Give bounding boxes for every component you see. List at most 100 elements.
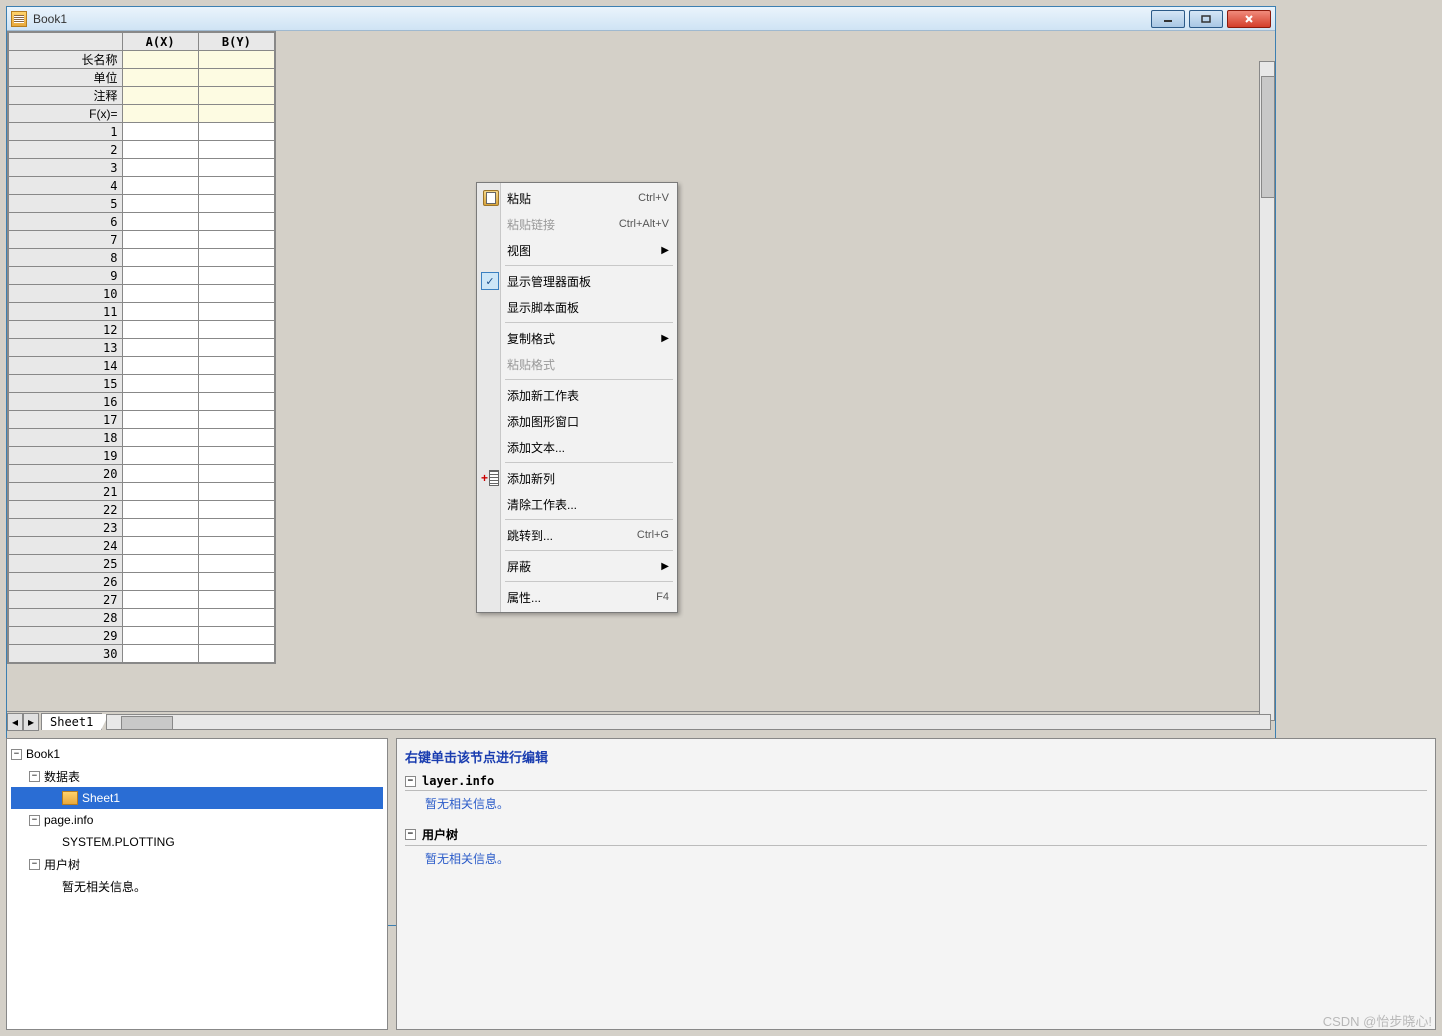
data-cell[interactable] <box>122 213 198 231</box>
menu-item[interactable]: ✓显示管理器面板 <box>479 268 675 294</box>
data-cell[interactable] <box>198 249 274 267</box>
data-cell[interactable] <box>122 123 198 141</box>
data-cell[interactable] <box>198 447 274 465</box>
menu-item[interactable]: 跳转到...Ctrl+G <box>479 522 675 548</box>
tab-nav-next[interactable]: ▸ <box>23 713 39 731</box>
data-cell[interactable] <box>198 465 274 483</box>
data-cell[interactable] <box>122 627 198 645</box>
data-cell[interactable] <box>122 519 198 537</box>
data-cell[interactable] <box>122 357 198 375</box>
menu-item[interactable]: 添加文本... <box>479 434 675 460</box>
titlebar[interactable]: Book1 <box>7 7 1275 31</box>
data-cell[interactable] <box>198 483 274 501</box>
row-header[interactable]: 2 <box>9 141 123 159</box>
row-header[interactable]: 23 <box>9 519 123 537</box>
data-cell[interactable] <box>122 375 198 393</box>
info-section-header[interactable]: −layer.info <box>405 774 1427 791</box>
data-cell[interactable] <box>122 501 198 519</box>
column-header[interactable]: A(X) <box>122 33 198 51</box>
menu-item[interactable]: 添加新工作表 <box>479 382 675 408</box>
meta-cell[interactable] <box>122 69 198 87</box>
data-cell[interactable] <box>198 303 274 321</box>
row-header[interactable]: 7 <box>9 231 123 249</box>
menu-item[interactable]: 显示脚本面板 <box>479 294 675 320</box>
row-header[interactable]: 18 <box>9 429 123 447</box>
data-cell[interactable] <box>122 555 198 573</box>
row-header[interactable]: 30 <box>9 645 123 663</box>
data-cell[interactable] <box>198 573 274 591</box>
row-header[interactable]: 14 <box>9 357 123 375</box>
tab-nav-prev[interactable]: ◂ <box>7 713 23 731</box>
menu-item[interactable]: 清除工作表... <box>479 491 675 517</box>
meta-cell[interactable] <box>198 69 274 87</box>
data-cell[interactable] <box>198 375 274 393</box>
menu-item[interactable]: 属性...F4 <box>479 584 675 610</box>
row-header[interactable]: 20 <box>9 465 123 483</box>
data-cell[interactable] <box>198 285 274 303</box>
row-header[interactable]: 1 <box>9 123 123 141</box>
data-cell[interactable] <box>198 393 274 411</box>
data-cell[interactable] <box>122 393 198 411</box>
data-cell[interactable] <box>122 303 198 321</box>
data-cell[interactable] <box>198 177 274 195</box>
menu-item[interactable]: 视图▶ <box>479 237 675 263</box>
row-header[interactable]: 3 <box>9 159 123 177</box>
menu-item[interactable]: 屏蔽▶ <box>479 553 675 579</box>
data-cell[interactable] <box>122 591 198 609</box>
menu-item[interactable]: 添加新列 <box>479 465 675 491</box>
row-header[interactable]: 8 <box>9 249 123 267</box>
menu-item[interactable]: 添加图形窗口 <box>479 408 675 434</box>
data-cell[interactable] <box>198 357 274 375</box>
tree-node[interactable]: −page.info <box>11 809 383 831</box>
collapse-icon[interactable]: − <box>29 859 40 870</box>
data-cell[interactable] <box>198 159 274 177</box>
data-cell[interactable] <box>122 339 198 357</box>
data-cell[interactable] <box>198 609 274 627</box>
data-cell[interactable] <box>198 231 274 249</box>
tree-node[interactable]: Sheet1 <box>11 787 383 809</box>
data-cell[interactable] <box>122 141 198 159</box>
data-cell[interactable] <box>198 267 274 285</box>
tree-node[interactable]: 暂无相关信息。 <box>11 875 383 897</box>
vertical-scrollbar[interactable] <box>1259 61 1275 721</box>
tree-node-root[interactable]: −Book1 <box>11 743 383 765</box>
data-cell[interactable] <box>122 609 198 627</box>
row-header[interactable]: 29 <box>9 627 123 645</box>
data-cell[interactable] <box>122 285 198 303</box>
sheet-tab[interactable]: Sheet1 <box>41 713 102 730</box>
data-cell[interactable] <box>122 321 198 339</box>
row-header[interactable]: 9 <box>9 267 123 285</box>
row-header[interactable]: 24 <box>9 537 123 555</box>
collapse-icon[interactable]: − <box>11 749 22 760</box>
collapse-icon[interactable]: − <box>405 829 416 840</box>
collapse-icon[interactable]: − <box>29 815 40 826</box>
row-header[interactable]: 28 <box>9 609 123 627</box>
data-cell[interactable] <box>198 555 274 573</box>
menu-item[interactable]: 复制格式▶ <box>479 325 675 351</box>
meta-cell[interactable] <box>122 51 198 69</box>
row-header[interactable]: 13 <box>9 339 123 357</box>
collapse-icon[interactable]: − <box>29 771 40 782</box>
row-header[interactable]: 22 <box>9 501 123 519</box>
data-cell[interactable] <box>198 339 274 357</box>
data-cell[interactable] <box>122 177 198 195</box>
worksheet-grid[interactable]: A(X)B(Y)长名称单位注释F(x)=12345678910111213141… <box>7 31 276 664</box>
row-header[interactable]: 4 <box>9 177 123 195</box>
menu-item[interactable]: 粘贴Ctrl+V <box>479 185 675 211</box>
row-header[interactable]: 26 <box>9 573 123 591</box>
meta-cell[interactable] <box>198 87 274 105</box>
row-header[interactable]: 11 <box>9 303 123 321</box>
row-header[interactable]: 16 <box>9 393 123 411</box>
row-header[interactable]: 10 <box>9 285 123 303</box>
data-cell[interactable] <box>122 231 198 249</box>
data-cell[interactable] <box>198 411 274 429</box>
column-header[interactable]: B(Y) <box>198 33 274 51</box>
meta-cell[interactable] <box>198 105 274 123</box>
data-cell[interactable] <box>122 195 198 213</box>
data-cell[interactable] <box>198 321 274 339</box>
maximize-button[interactable] <box>1189 10 1223 28</box>
horizontal-scrollbar[interactable] <box>106 714 1271 730</box>
row-header[interactable]: 15 <box>9 375 123 393</box>
collapse-icon[interactable]: − <box>405 776 416 787</box>
tree-node[interactable]: −数据表 <box>11 765 383 787</box>
